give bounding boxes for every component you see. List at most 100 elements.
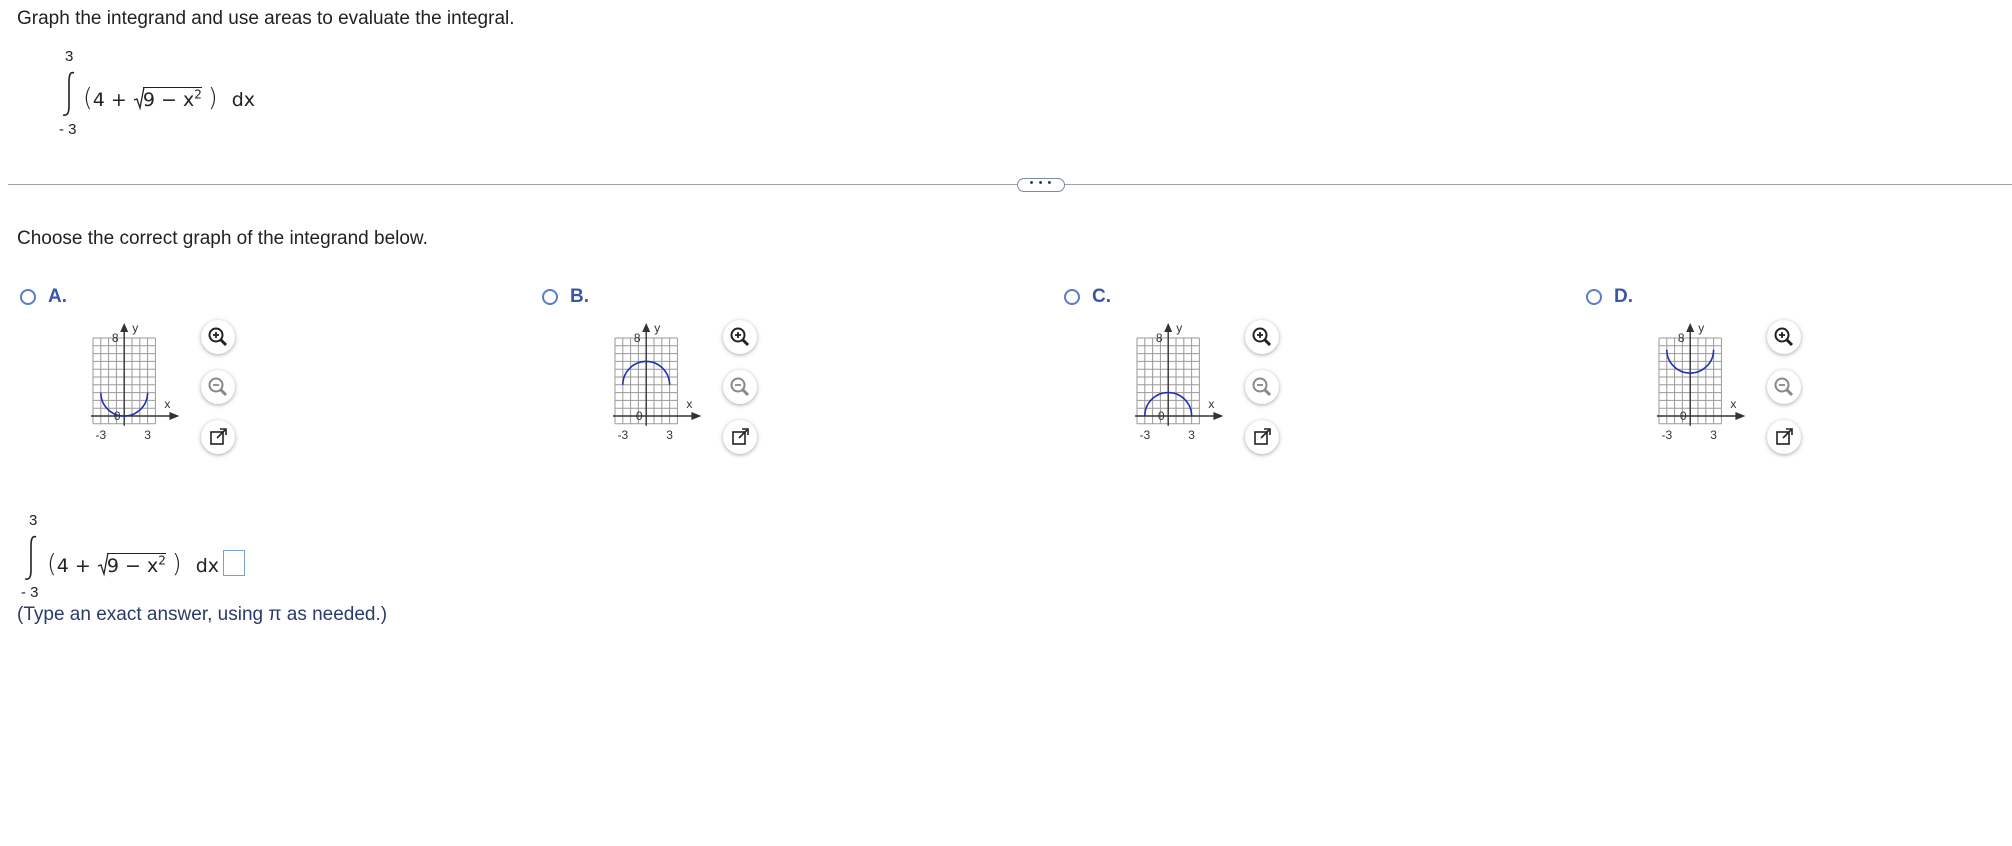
y-axis-label: y <box>1698 321 1704 335</box>
differential: dx <box>231 89 256 111</box>
answer-upper-bound: 3 <box>29 512 38 529</box>
popout-button[interactable] <box>1767 420 1801 454</box>
zoom-out-button[interactable] <box>723 370 757 404</box>
x-axis-arrow <box>691 412 702 420</box>
integral-sign-icon <box>62 71 75 116</box>
x-axis-arrow <box>1735 412 1746 420</box>
zoom-in-icon <box>1252 327 1272 347</box>
answer-integrand-expression: (4 + 9 − x2 ) dx = <box>47 549 241 578</box>
popout-button[interactable] <box>1245 420 1279 454</box>
section-divider <box>8 184 2012 185</box>
y-axis-arrow <box>1686 323 1695 332</box>
option-letter[interactable]: C. <box>1092 286 1111 308</box>
popout-icon <box>1254 428 1271 445</box>
popout-button[interactable] <box>201 420 235 454</box>
zoom-in-icon <box>208 327 228 347</box>
zoom-in-icon <box>730 327 750 347</box>
radical-sign-icon <box>133 86 145 111</box>
answer-lower-bound: - 3 <box>21 584 39 601</box>
exponent: 2 <box>194 87 202 102</box>
x-axis-label: x <box>686 397 692 411</box>
option-letter[interactable]: B. <box>570 286 589 308</box>
x-max-label: 3 <box>144 428 151 442</box>
zoom-in-button[interactable] <box>723 320 757 354</box>
y-axis-arrow <box>120 323 129 332</box>
popout-icon <box>210 428 227 445</box>
x-min-label: -3 <box>95 428 106 442</box>
zoom-in-button[interactable] <box>201 320 235 354</box>
integral-upper-bound: 3 <box>65 48 74 65</box>
option-radio[interactable] <box>542 289 558 305</box>
answer-exponent: 2 <box>158 553 166 568</box>
x-min-label: -3 <box>1661 428 1672 442</box>
answer-close-paren: ) <box>171 549 182 578</box>
option-graph: y x 8 0 -3 3 <box>1135 321 1224 442</box>
answer-open-paren: ( <box>47 549 57 578</box>
close-paren: ) <box>207 83 218 112</box>
zoom-in-button[interactable] <box>1245 320 1279 354</box>
popout-button[interactable] <box>723 420 757 454</box>
option-graph: y x 8 0 -3 3 <box>1657 321 1746 442</box>
origin-label: 0 <box>1158 409 1165 423</box>
zoom-out-icon <box>1774 377 1794 397</box>
origin-label: 0 <box>636 409 643 423</box>
option-radio[interactable] <box>1586 289 1602 305</box>
divider-handle[interactable]: • • • <box>1017 178 1065 192</box>
option-4: D. y x 8 0 -3 3 <box>1584 286 2012 486</box>
radicand: 9 − x2 <box>142 87 202 111</box>
x-axis-label: x <box>1730 397 1736 411</box>
y-axis-label: y <box>654 321 660 335</box>
x-axis-arrow <box>1213 412 1224 420</box>
answer-radicand-text: 9 − x <box>106 555 159 577</box>
option-1: A. y x 8 0 -3 3 <box>18 286 538 486</box>
y-tick-label: 8 <box>112 331 119 345</box>
x-axis-label: x <box>1208 397 1214 411</box>
integrand-expression: (4 + 9 − x2 ) dx <box>83 83 255 112</box>
zoom-out-icon <box>208 377 228 397</box>
question-integral: 3 - 3 (4 + 9 − x2 ) dx <box>55 48 255 143</box>
x-min-label: -3 <box>617 428 628 442</box>
option-3: C. y x 8 0 -3 3 <box>1062 286 1582 486</box>
option-graph: y x 8 0 -3 3 <box>613 321 702 442</box>
option-radio[interactable] <box>20 289 36 305</box>
answer-square-root: 9 − x2 <box>97 552 172 577</box>
zoom-out-button[interactable] <box>1767 370 1801 404</box>
zoom-out-icon <box>1252 377 1272 397</box>
popout-icon <box>1776 428 1793 445</box>
x-max-label: 3 <box>666 428 673 442</box>
popout-icon <box>732 428 749 445</box>
x-min-label: -3 <box>1139 428 1150 442</box>
answer-term-a: 4 + <box>56 555 91 577</box>
option-2: B. y x 8 0 -3 3 <box>540 286 1060 486</box>
answer-integral: 3 - 3 (4 + 9 − x2 ) dx = <box>17 512 317 612</box>
y-axis-label: y <box>1176 321 1182 335</box>
answer-hint: (Type an exact answer, using π as needed… <box>17 604 388 625</box>
zoom-out-icon <box>730 377 750 397</box>
zoom-out-button[interactable] <box>1245 370 1279 404</box>
option-radio[interactable] <box>1064 289 1080 305</box>
y-axis-arrow <box>642 323 651 332</box>
y-axis-label: y <box>132 321 138 335</box>
answer-integral-sign-icon <box>24 535 37 580</box>
open-paren: ( <box>83 83 93 112</box>
y-tick-label: 8 <box>634 331 641 345</box>
y-tick-label: 8 <box>1156 331 1163 345</box>
y-axis-arrow <box>1164 323 1173 332</box>
zoom-in-button[interactable] <box>1767 320 1801 354</box>
integrand-term-a: 4 + <box>92 89 127 111</box>
zoom-out-button[interactable] <box>201 370 235 404</box>
answer-input-box[interactable] <box>223 550 245 576</box>
x-axis-arrow <box>169 412 180 420</box>
option-graph: y x 8 0 -3 3 <box>91 321 180 442</box>
answer-radical-sign-icon <box>97 552 109 577</box>
y-tick-label: 8 <box>1678 331 1685 345</box>
answer-radicand: 9 − x2 <box>106 553 166 577</box>
x-max-label: 3 <box>1710 428 1717 442</box>
x-axis-label: x <box>164 397 170 411</box>
integral-lower-bound: - 3 <box>59 121 77 138</box>
origin-label: 0 <box>114 409 121 423</box>
radicand-text: 9 − x <box>142 89 195 111</box>
x-max-label: 3 <box>1188 428 1195 442</box>
option-letter[interactable]: D. <box>1614 286 1633 308</box>
option-letter[interactable]: A. <box>48 286 67 308</box>
